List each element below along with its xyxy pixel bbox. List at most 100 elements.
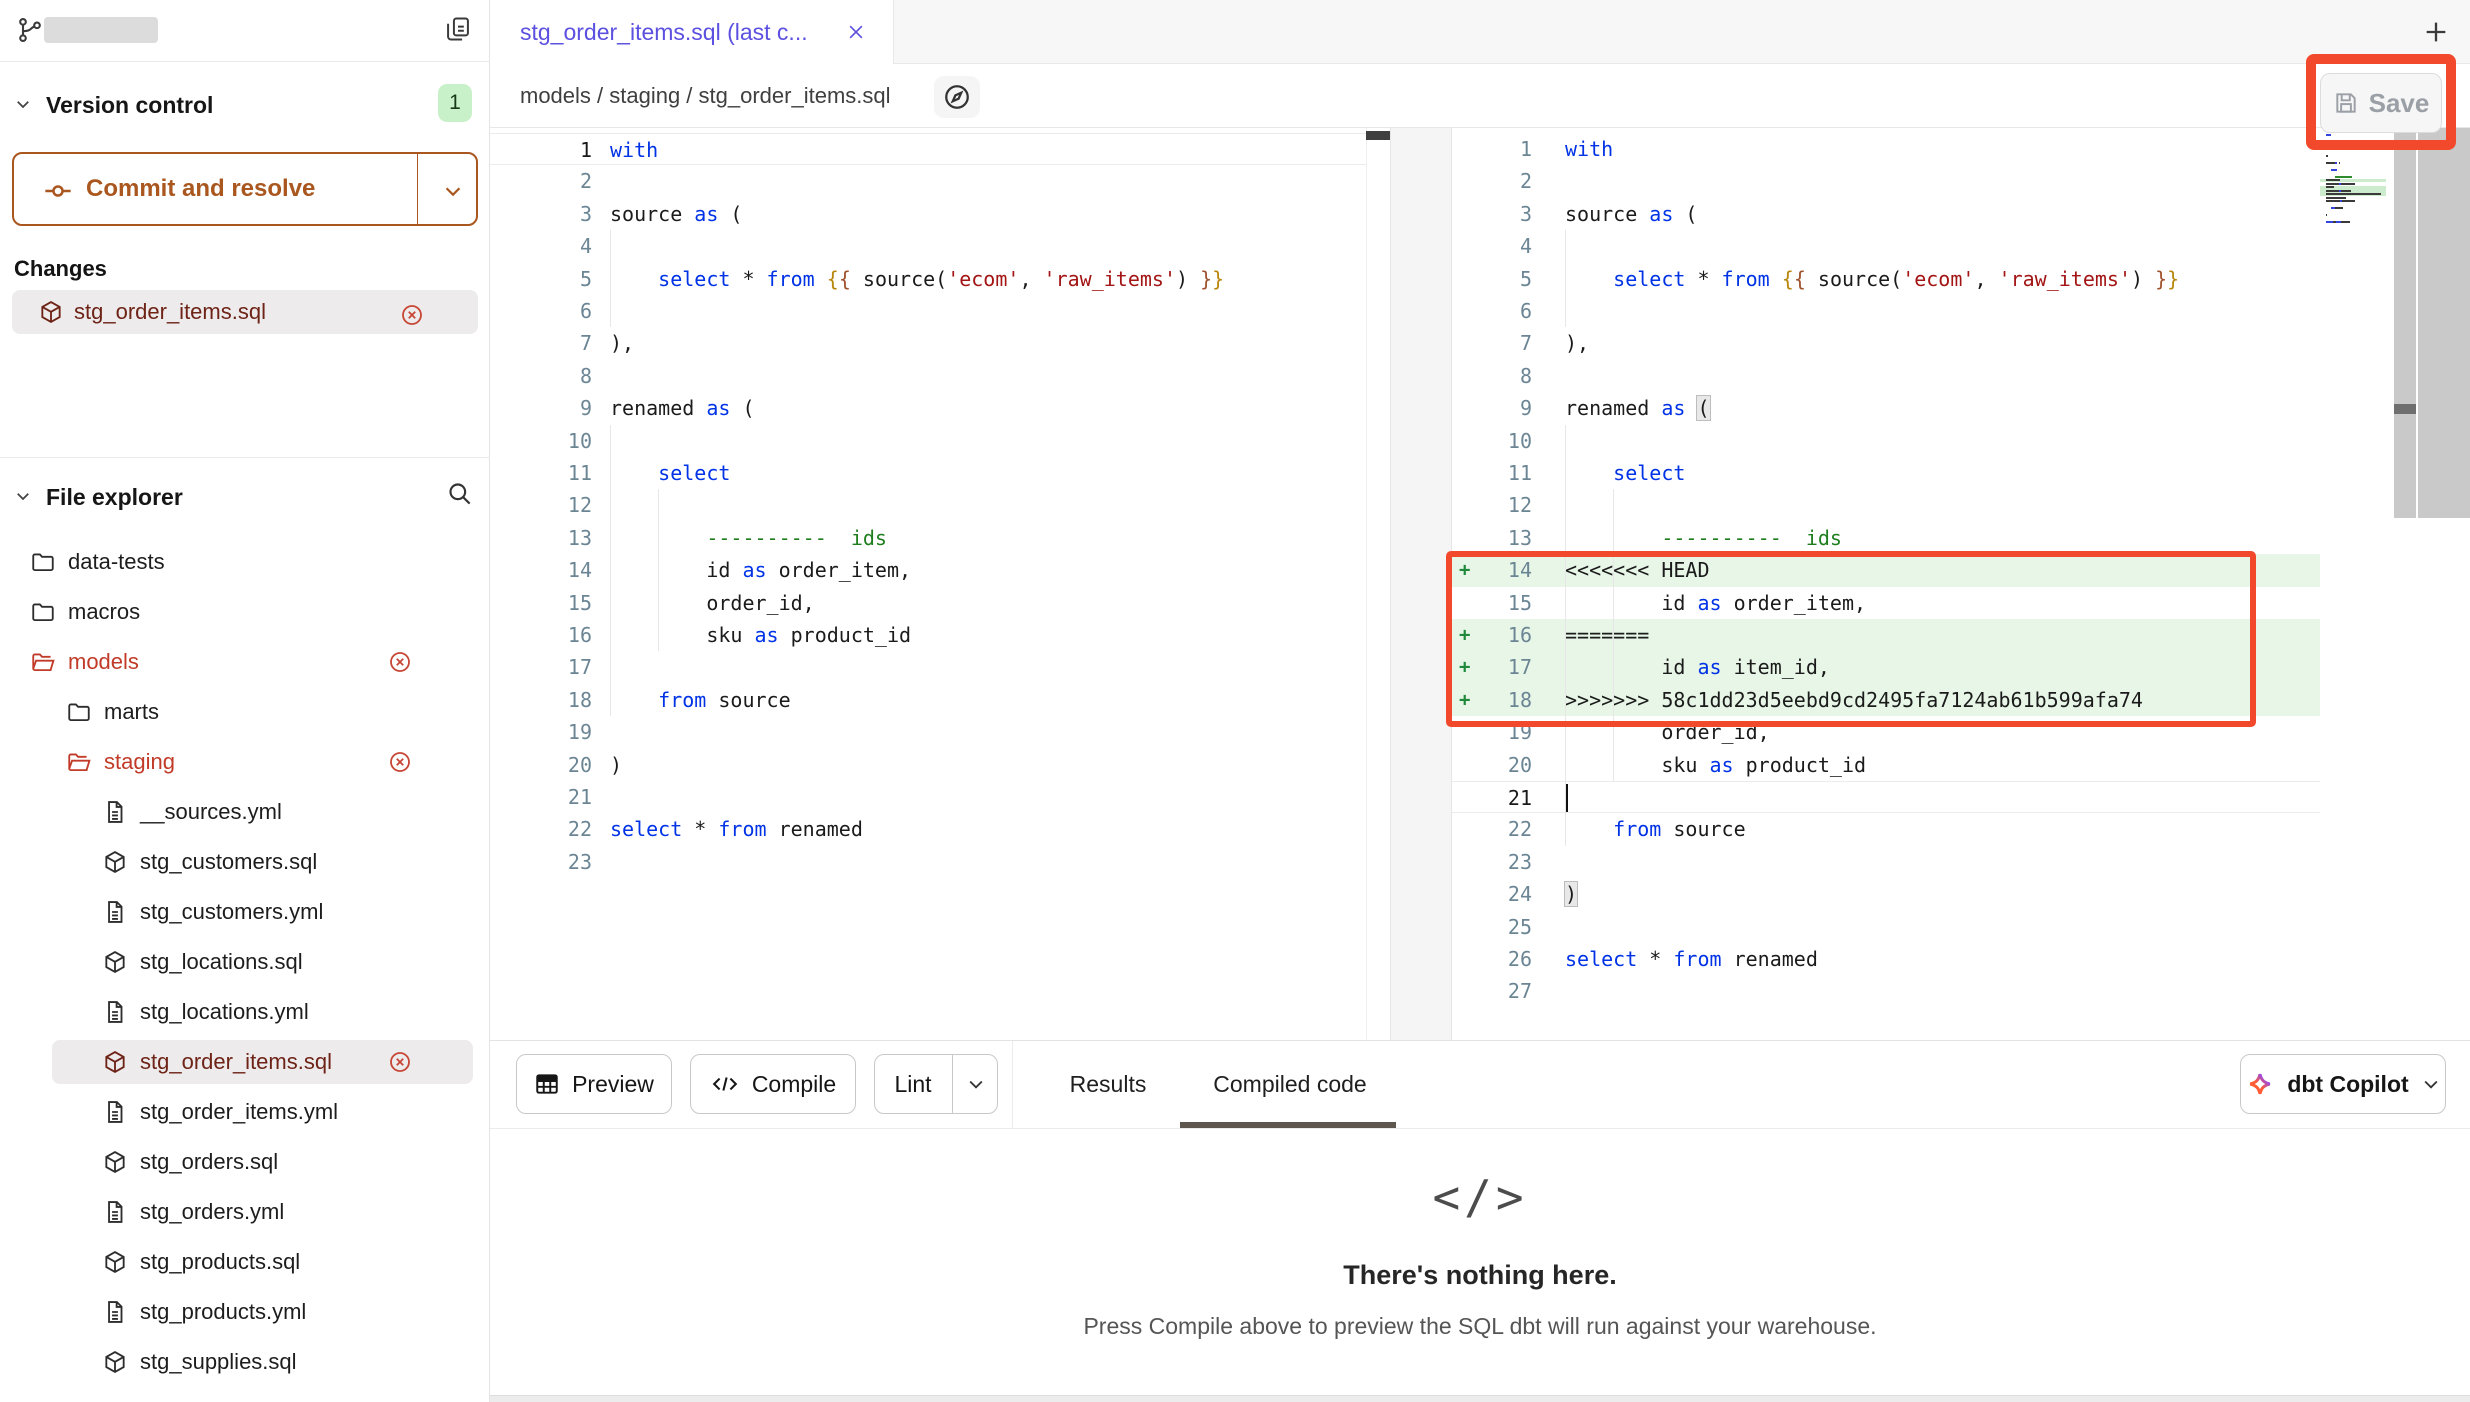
file-tree-item-stg-orders-yml[interactable]: stg_orders.yml xyxy=(0,1187,490,1237)
file-tree-item-stg-products-sql[interactable]: stg_products.sql xyxy=(0,1237,490,1287)
file-tree-item-marts[interactable]: marts xyxy=(0,687,490,737)
code-line-27[interactable]: 27 xyxy=(1452,975,2320,1007)
close-icon[interactable] xyxy=(846,22,866,42)
code-line-16[interactable]: +16======= xyxy=(1452,619,2320,651)
conflict-x-icon[interactable] xyxy=(388,1050,412,1074)
file-tree-item-stg-supplies-sql[interactable]: stg_supplies.sql xyxy=(0,1337,490,1387)
code-line-1[interactable]: 1with xyxy=(1452,133,2320,165)
code-line-4[interactable]: 4 xyxy=(1452,230,2320,262)
file-tree-item-stg-products-yml[interactable]: stg_products.yml xyxy=(0,1287,490,1337)
commit-and-resolve-button[interactable]: Commit and resolve xyxy=(12,152,478,226)
search-icon[interactable] xyxy=(446,480,473,507)
code-line-2[interactable]: 2 xyxy=(1452,165,2320,197)
code-line-16[interactable]: 16 sku as product_id xyxy=(490,619,1390,651)
code-line-11[interactable]: 11 select xyxy=(490,457,1390,489)
file-tree-item-stg-orders-sql[interactable]: stg_orders.sql xyxy=(0,1137,490,1187)
code-line-21[interactable]: 21 xyxy=(490,781,1390,813)
code-line-23[interactable]: 23 xyxy=(1452,846,2320,878)
code-line-9[interactable]: 9renamed as ( xyxy=(1452,392,2320,424)
code-line-5[interactable]: 5 select * from {{ source('ecom', 'raw_i… xyxy=(490,263,1390,295)
file-tree-item-stg-locations-sql[interactable]: stg_locations.sql xyxy=(0,937,490,987)
code-line-22[interactable]: 22select * from renamed xyxy=(490,813,1390,845)
code-line-8[interactable]: 8 xyxy=(490,360,1390,392)
tab-stg-order-items[interactable]: stg_order_items.sql (last c... xyxy=(490,0,894,64)
code-line-18[interactable]: +18>>>>>>> 58c1dd23d5eebd9cd2495fa7124ab… xyxy=(1452,684,2320,716)
code-line-24[interactable]: 24) xyxy=(1452,878,2320,910)
code-line-10[interactable]: 10 xyxy=(1452,425,2320,457)
file-tree-item-models[interactable]: models xyxy=(0,637,490,687)
code-line-13[interactable]: 13 ---------- ids xyxy=(1452,522,2320,554)
right-editor-scrollbar-thumb[interactable] xyxy=(2394,404,2416,414)
code-line-1[interactable]: 1with xyxy=(490,133,1390,165)
editor-pane-original[interactable]: 1with23source as (45 select * from {{ so… xyxy=(490,128,1390,1040)
code-line-15[interactable]: 15 order_id, xyxy=(490,587,1390,619)
code-line-3[interactable]: 3source as ( xyxy=(1452,198,2320,230)
code-line-5[interactable]: 5 select * from {{ source('ecom', 'raw_i… xyxy=(1452,263,2320,295)
commit-dropdown-chevron-icon[interactable] xyxy=(442,180,464,202)
code-line-25[interactable]: 25 xyxy=(1452,911,2320,943)
file-tree-item-data-tests[interactable]: data-tests xyxy=(0,537,490,587)
editor-pane-working[interactable]: 1with23source as (45 select * from {{ so… xyxy=(1452,128,2320,1040)
left-editor-scrollbar[interactable] xyxy=(1366,128,1390,1040)
copy-files-icon[interactable] xyxy=(444,15,472,43)
code-line-17[interactable]: 17 xyxy=(490,651,1390,683)
right-editor-scrollbar[interactable] xyxy=(2394,128,2416,518)
file-tree-item-stg-locations-yml[interactable]: stg_locations.yml xyxy=(0,987,490,1037)
code-line-17[interactable]: +17 id as item_id, xyxy=(1452,651,2320,683)
file-tree-item-stg-order-items-sql[interactable]: stg_order_items.sql xyxy=(0,1037,490,1087)
compile-button[interactable]: Compile xyxy=(690,1054,856,1114)
minimap[interactable] xyxy=(2320,128,2392,1040)
conflict-x-icon[interactable] xyxy=(388,650,412,674)
code-line-26[interactable]: 26select * from renamed xyxy=(1452,943,2320,975)
left-editor-scrollbar-thumb[interactable] xyxy=(1366,131,1390,140)
code-line-21[interactable]: 21 xyxy=(1452,781,2320,813)
code-line-19[interactable]: 19 xyxy=(490,716,1390,748)
code-text: >>>>>>> 58c1dd23d5eebd9cd2495fa7124ab61b… xyxy=(1565,684,2143,716)
file-tree-item--sources-yml[interactable]: __sources.yml xyxy=(0,787,490,837)
code-line-11[interactable]: 11 select xyxy=(1452,457,2320,489)
code-line-6[interactable]: 6 xyxy=(1452,295,2320,327)
file-tree-item-macros[interactable]: macros xyxy=(0,587,490,637)
dbt-copilot-button[interactable]: dbt Copilot xyxy=(2240,1054,2446,1114)
code-line-13[interactable]: 13 ---------- ids xyxy=(490,522,1390,554)
lint-dropdown-button[interactable] xyxy=(952,1054,998,1114)
conflict-x-icon[interactable] xyxy=(388,750,412,774)
window-scrollbar[interactable] xyxy=(2418,128,2470,518)
file-tree-item-stg-customers-sql[interactable]: stg_customers.sql xyxy=(0,837,490,887)
line-number: 20 xyxy=(1452,749,1532,781)
code-line-22[interactable]: 22 from source xyxy=(1452,813,2320,845)
preview-button[interactable]: Preview xyxy=(516,1054,672,1114)
tab-compiled-code[interactable]: Compiled code xyxy=(1190,1054,1390,1114)
tab-results[interactable]: Results xyxy=(1048,1054,1168,1114)
chevron-down-icon[interactable] xyxy=(14,487,32,505)
code-line-10[interactable]: 10 xyxy=(490,425,1390,457)
file-tree-item-stg-customers-yml[interactable]: stg_customers.yml xyxy=(0,887,490,937)
code-line-20[interactable]: 20) xyxy=(490,749,1390,781)
code-line-8[interactable]: 8 xyxy=(1452,360,2320,392)
code-line-18[interactable]: 18 from source xyxy=(490,684,1390,716)
code-line-2[interactable]: 2 xyxy=(490,165,1390,197)
file-tree-item-stg-order-items-yml[interactable]: stg_order_items.yml xyxy=(0,1087,490,1137)
code-line-12[interactable]: 12 xyxy=(490,489,1390,521)
new-tab-plus-icon[interactable] xyxy=(2422,18,2450,46)
code-line-20[interactable]: 20 sku as product_id xyxy=(1452,749,2320,781)
editor-pane-divider[interactable] xyxy=(1390,128,1452,1040)
code-line-6[interactable]: 6 xyxy=(490,295,1390,327)
code-line-15[interactable]: 15 id as order_item, xyxy=(1452,587,2320,619)
code-line-23[interactable]: 23 xyxy=(490,846,1390,878)
changed-file-row[interactable]: stg_order_items.sql xyxy=(12,290,478,334)
code-line-19[interactable]: 19 order_id, xyxy=(1452,716,2320,748)
code-line-7[interactable]: 7), xyxy=(1452,327,2320,359)
code-line-3[interactable]: 3source as ( xyxy=(490,198,1390,230)
code-line-9[interactable]: 9renamed as ( xyxy=(490,392,1390,424)
code-line-4[interactable]: 4 xyxy=(490,230,1390,262)
code-line-14[interactable]: 14 id as order_item, xyxy=(490,554,1390,586)
conflict-x-icon[interactable] xyxy=(400,303,424,327)
file-tree-item-staging[interactable]: staging xyxy=(0,737,490,787)
lineage-button[interactable] xyxy=(934,76,980,118)
code-line-14[interactable]: +14<<<<<<< HEAD xyxy=(1452,554,2320,586)
save-button[interactable]: Save xyxy=(2320,73,2442,133)
chevron-down-icon[interactable] xyxy=(14,95,32,113)
code-line-12[interactable]: 12 xyxy=(1452,489,2320,521)
code-line-7[interactable]: 7), xyxy=(490,327,1390,359)
